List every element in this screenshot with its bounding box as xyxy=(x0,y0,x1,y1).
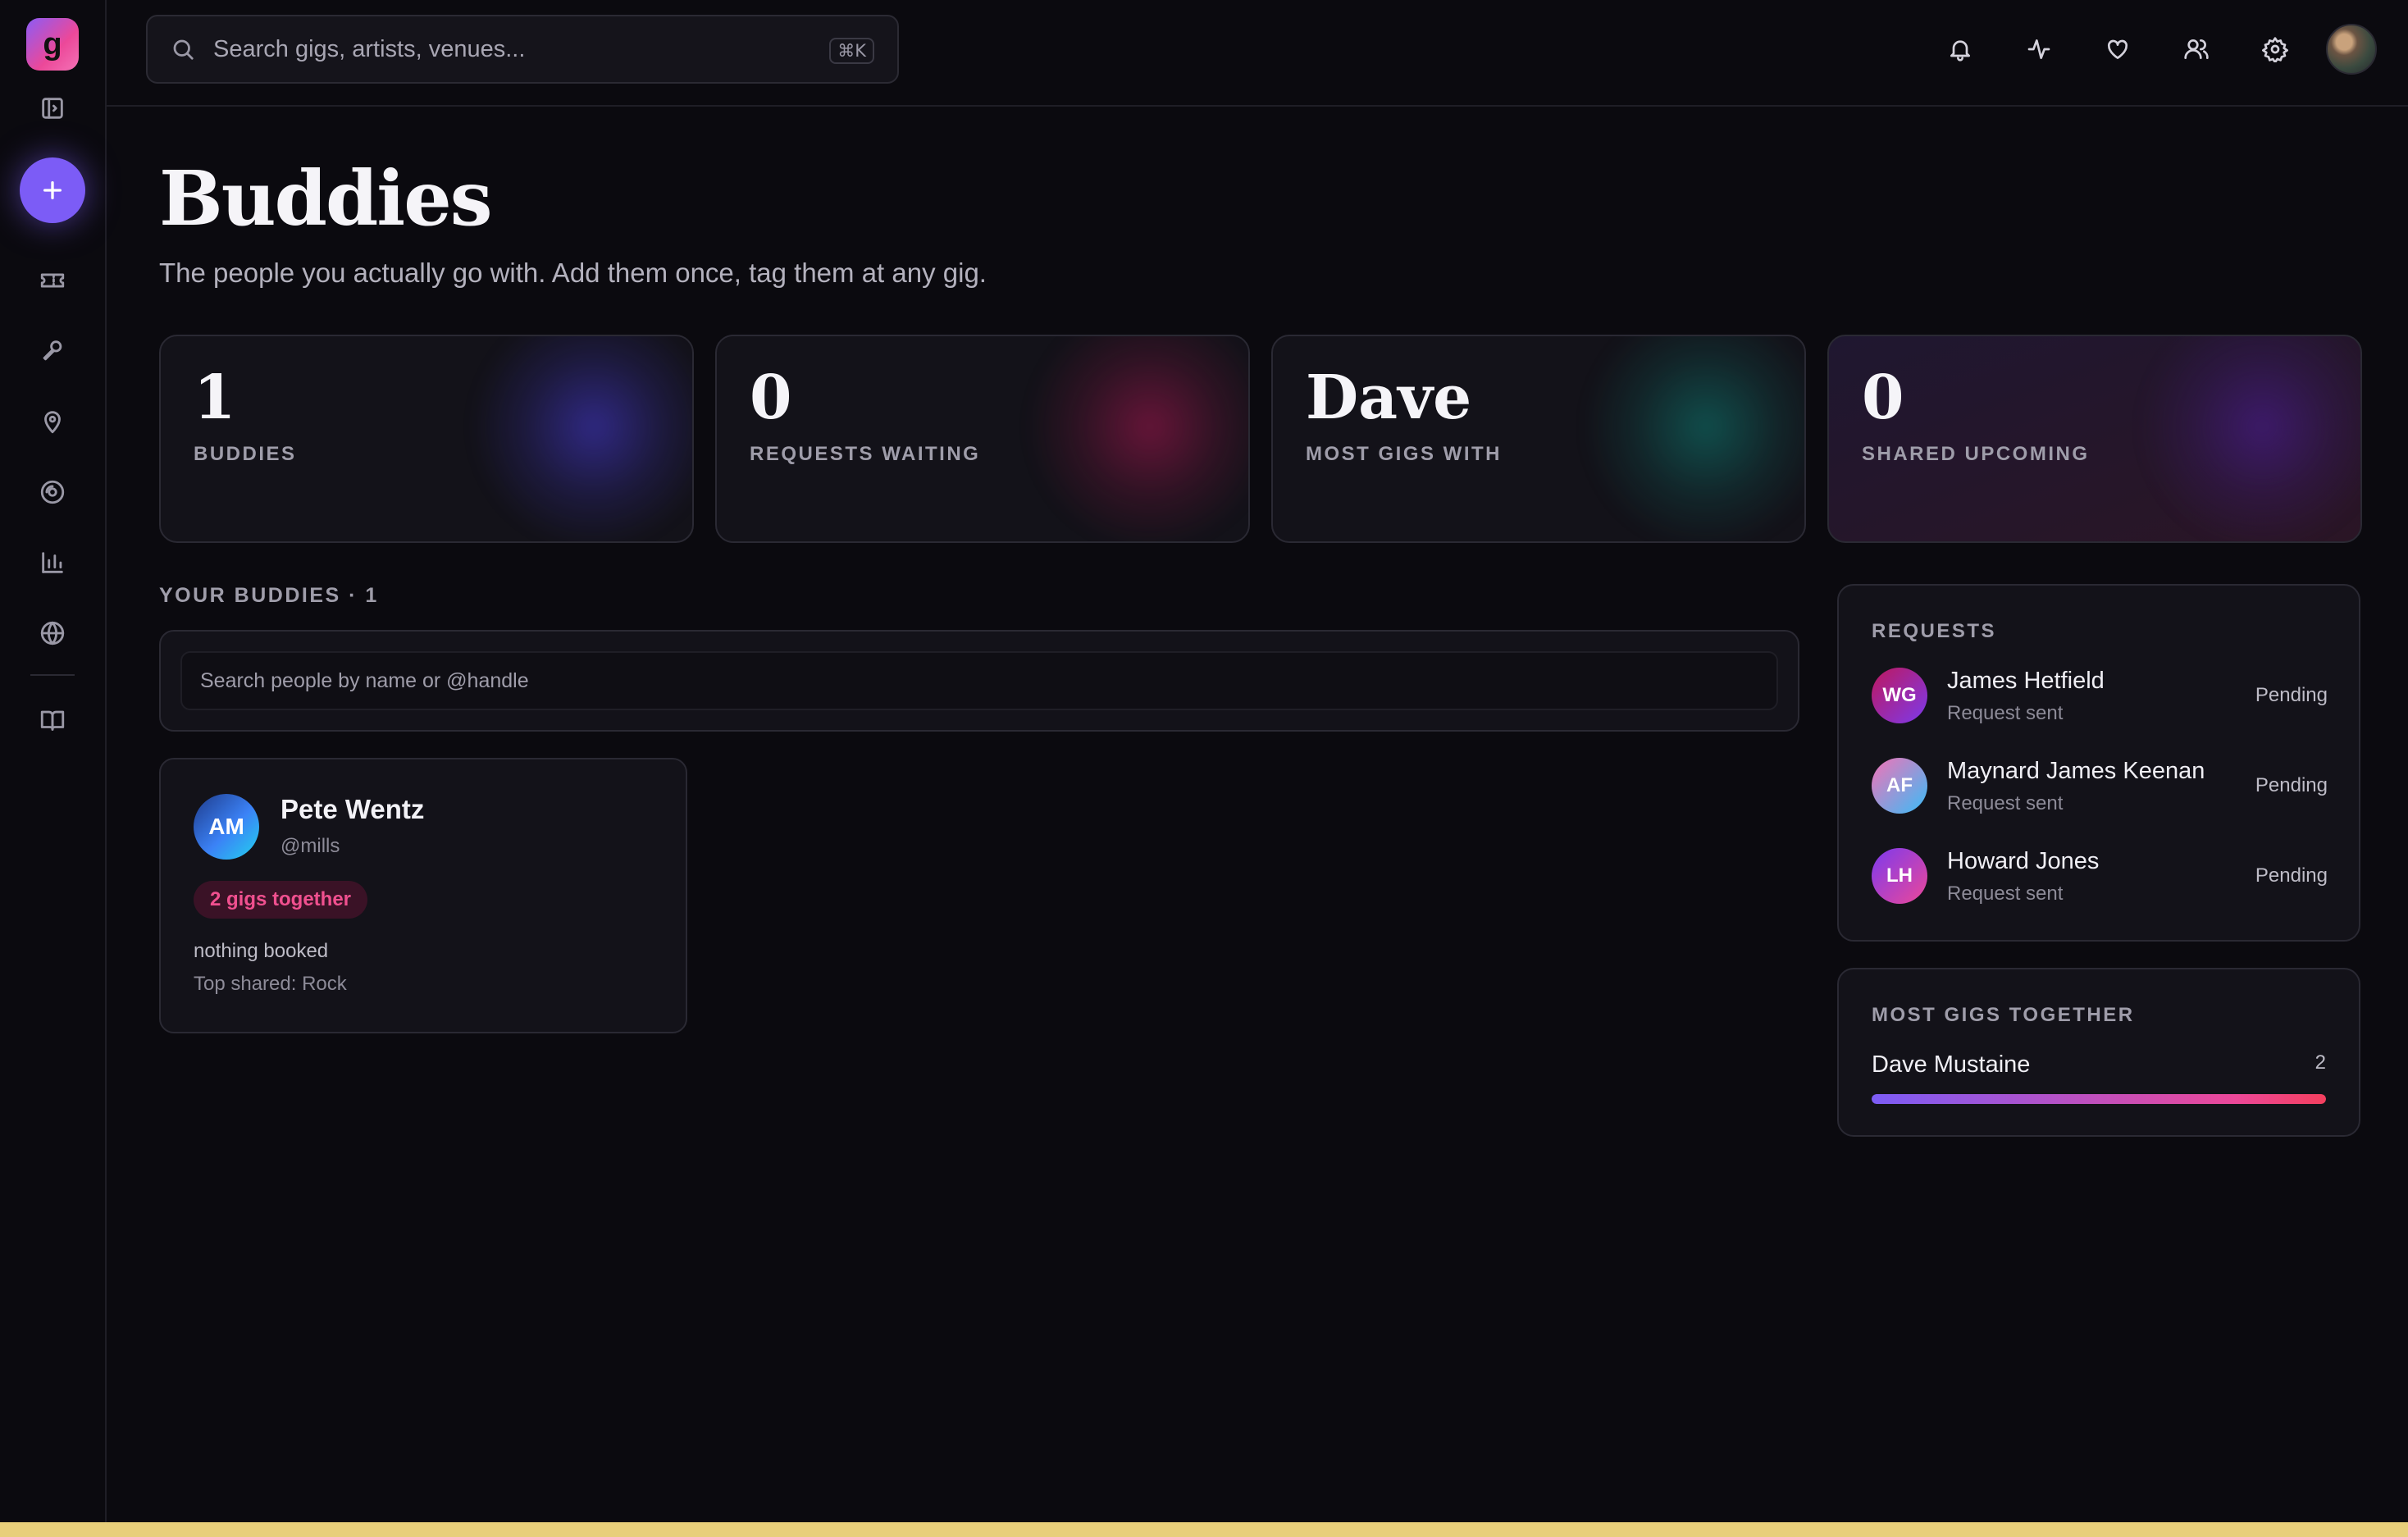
avatar: AF xyxy=(1872,758,1927,814)
stat-label: MOST GIGS WITH xyxy=(1306,443,1502,465)
page-title: Buddies xyxy=(159,154,493,243)
bottom-strip xyxy=(0,1522,2408,1537)
request-subtext: Request sent xyxy=(1947,883,2064,905)
request-status: Pending xyxy=(2255,684,2328,706)
request-name: Maynard James Keenan xyxy=(1947,758,2205,784)
most-gigs-bar-fill xyxy=(1872,1094,2326,1104)
request-status: Pending xyxy=(2255,774,2328,796)
people-search-box xyxy=(159,630,1799,732)
request-row[interactable]: AF Maynard James Keenan Request sent Pen… xyxy=(1872,758,2328,817)
most-gigs-panel: MOST GIGS TOGETHER Dave Mustaine 2 xyxy=(1837,968,2360,1137)
add-gig-button[interactable] xyxy=(20,157,85,223)
stat-glow xyxy=(2139,336,2360,541)
stats-row: 1 BUDDIES 0 REQUESTS WAITING Dave MOST G… xyxy=(159,335,2362,543)
map-pin-icon xyxy=(44,411,61,434)
stat-label: SHARED UPCOMING xyxy=(1862,443,2090,465)
buddy-card[interactable]: AM Pete Wentz @mills 2 gigs together not… xyxy=(159,758,687,1033)
settings-button[interactable] xyxy=(2236,23,2315,75)
logo-letter: g xyxy=(43,26,62,62)
ticket-icon xyxy=(40,273,65,288)
request-name: James Hetfield xyxy=(1947,668,2105,694)
request-subtext: Request sent xyxy=(1947,702,2064,724)
request-subtext: Request sent xyxy=(1947,792,2064,814)
buddy-booking-status: nothing booked xyxy=(194,940,329,962)
request-status: Pending xyxy=(2255,864,2328,887)
topbar: ⌘K xyxy=(107,0,2408,107)
people-search-input[interactable] xyxy=(180,651,1778,710)
most-gigs-name: Dave Mustaine xyxy=(1872,1051,2031,1078)
buddy-name[interactable]: Pete Wentz xyxy=(280,794,424,825)
globe-icon xyxy=(40,621,65,645)
bell-icon xyxy=(1950,40,1970,62)
disc-icon xyxy=(40,480,65,504)
request-row[interactable]: WG James Hetfield Request sent Pending xyxy=(1872,668,2328,727)
global-search-input[interactable] xyxy=(212,34,789,64)
stat-glow xyxy=(1027,336,1248,541)
request-row[interactable]: LH Howard Jones Request sent Pending xyxy=(1872,848,2328,907)
stat-value: 0 xyxy=(750,363,792,433)
book-icon xyxy=(40,710,65,731)
requests-title: REQUESTS xyxy=(1872,620,1997,642)
stat-label: BUDDIES xyxy=(194,443,297,465)
buddy-top-shared: Top shared: Rock xyxy=(194,973,347,995)
settings-icon xyxy=(2262,37,2288,62)
panel-icon xyxy=(42,98,63,119)
stat-card-buddies: 1 BUDDIES xyxy=(159,335,694,543)
request-name: Howard Jones xyxy=(1947,848,2100,874)
stat-value: 0 xyxy=(1862,363,1904,433)
avatar: WG xyxy=(1872,668,1927,723)
plus-icon xyxy=(43,181,62,199)
stat-card-most-gigs-with: Dave MOST GIGS WITH xyxy=(1271,335,1806,543)
stat-glow xyxy=(1583,336,1804,541)
heart-icon xyxy=(2107,39,2128,59)
sidebar-item-guide[interactable] xyxy=(26,694,79,746)
user-avatar[interactable] xyxy=(2326,24,2377,75)
stat-value: Dave xyxy=(1306,363,1472,433)
activity-icon xyxy=(2027,39,2050,59)
notifications-button[interactable] xyxy=(1921,23,2000,75)
stat-card-requests-waiting: 0 REQUESTS WAITING xyxy=(715,335,1250,543)
gigs-together-badge: 2 gigs together xyxy=(194,881,368,919)
stat-card-shared-upcoming: 0 SHARED UPCOMING xyxy=(1827,335,2362,543)
sidebar: g xyxy=(0,0,107,1537)
microphone-icon xyxy=(43,340,62,361)
stat-label: REQUESTS WAITING xyxy=(750,443,981,465)
search-icon xyxy=(173,39,194,60)
toggle-sidebar-button[interactable] xyxy=(26,82,79,135)
users-icon xyxy=(2184,39,2209,59)
favorites-button[interactable] xyxy=(2078,23,2157,75)
stat-value: 1 xyxy=(194,363,236,433)
buddy-handle: @mills xyxy=(280,835,340,857)
sidebar-item-venues[interactable] xyxy=(26,395,79,448)
buddies-button[interactable] xyxy=(2157,23,2236,75)
stat-glow xyxy=(471,336,692,541)
main-content: Buddies The people you actually go with.… xyxy=(159,105,2362,1137)
most-gigs-count: 2 xyxy=(2315,1051,2326,1074)
your-buddies-heading: YOUR BUDDIES · 1 xyxy=(159,584,379,607)
sidebar-divider xyxy=(30,674,75,676)
bar-chart-icon xyxy=(42,552,63,573)
page-subtitle: The people you actually go with. Add the… xyxy=(159,258,987,288)
app-logo[interactable]: g xyxy=(26,18,79,71)
topbar-actions xyxy=(1921,23,2377,75)
most-gigs-title: MOST GIGS TOGETHER xyxy=(1872,1004,2135,1026)
sidebar-item-music[interactable] xyxy=(26,466,79,518)
avatar: AM xyxy=(194,794,259,860)
sidebar-item-artists[interactable] xyxy=(26,325,79,377)
sidebar-item-stats[interactable] xyxy=(26,536,79,589)
most-gigs-bar xyxy=(1872,1094,2326,1104)
activity-button[interactable] xyxy=(2000,23,2078,75)
search-shortcut-badge: ⌘K xyxy=(829,38,874,64)
avatar: LH xyxy=(1872,848,1927,904)
sidebar-item-explore[interactable] xyxy=(26,607,79,659)
sidebar-item-gigs[interactable] xyxy=(26,254,79,307)
global-search[interactable]: ⌘K xyxy=(146,15,899,84)
requests-panel: REQUESTS WG James Hetfield Request sent … xyxy=(1837,584,2360,942)
